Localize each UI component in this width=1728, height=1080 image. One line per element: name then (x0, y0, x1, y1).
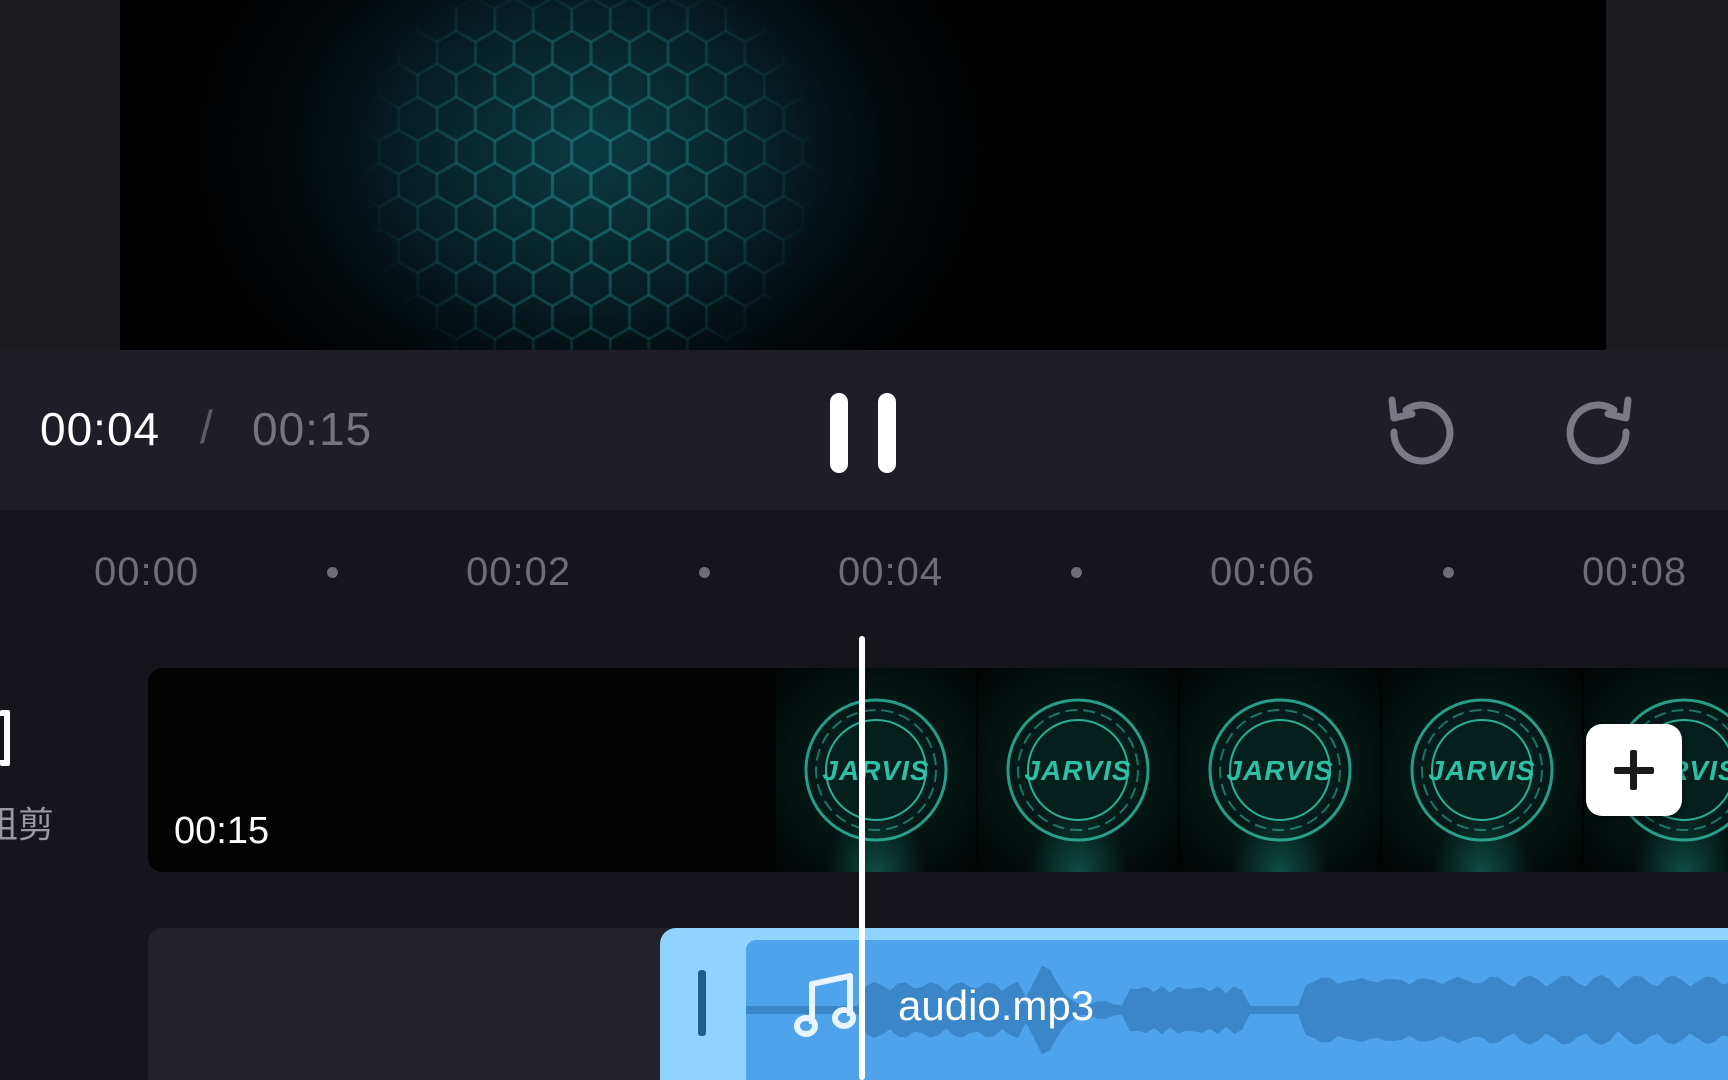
redo-button[interactable] (1560, 388, 1640, 468)
audio-trim-handle[interactable] (698, 970, 706, 1036)
ruler-label: 00:08 (1582, 550, 1688, 594)
video-preview[interactable] (120, 0, 1606, 350)
undo-button[interactable] (1380, 388, 1460, 468)
side-panel-icon[interactable] (0, 710, 10, 766)
video-thumbnail: JARVIS (1180, 668, 1380, 872)
redo-icon (1566, 396, 1632, 465)
total-duration: 00:15 (252, 403, 373, 455)
svg-text:JARVIS: JARVIS (822, 755, 929, 786)
ruler-dot (699, 567, 710, 578)
jarvis-logo: JARVIS (1410, 698, 1554, 842)
pause-button[interactable] (820, 388, 910, 478)
audio-file-name: audio.mp3 (898, 982, 1095, 1029)
time-ruler[interactable]: 00:00 00:02 00:04 00:06 00:08 (0, 510, 1728, 630)
svg-text:JARVIS: JARVIS (1024, 755, 1131, 786)
ruler-label: 00:02 (466, 550, 572, 594)
hex-pattern-background (339, 0, 901, 350)
clip-duration: 00:15 (174, 810, 270, 852)
playhead[interactable] (859, 636, 865, 1080)
jarvis-logo: JARVIS (1208, 698, 1352, 842)
jarvis-logo: JARVIS (1006, 698, 1150, 842)
video-track[interactable]: JARVISJARVISJARVISJARVISJARVIS 00:15 (148, 668, 1728, 872)
audio-waveform (746, 965, 1728, 1055)
jarvis-logo: JARVIS (804, 698, 948, 842)
ruler-label: 00:04 (838, 550, 944, 594)
video-thumbnail: JARVIS (776, 668, 976, 872)
ruler-dot (1443, 567, 1454, 578)
svg-text:JARVIS: JARVIS (1226, 755, 1333, 786)
svg-text:JARVIS: JARVIS (1428, 755, 1535, 786)
preview-area (0, 0, 1728, 350)
music-note-icon (794, 973, 856, 1037)
ruler-dot (1071, 567, 1082, 578)
side-panel-label[interactable]: 粗剪 (0, 796, 54, 848)
video-thumbnail: JARVIS (978, 668, 1178, 872)
undo-icon (1388, 396, 1454, 465)
current-time: 00:04 (40, 403, 161, 455)
audio-waveform-area (746, 940, 1728, 1080)
playback-control-bar: 00:04 / 00:15 (0, 350, 1728, 510)
time-separator: / (200, 401, 213, 453)
video-thumbnail: JARVIS (1382, 668, 1582, 872)
ruler-label: 00:00 (94, 550, 200, 594)
ruler-label: 00:06 (1210, 550, 1316, 594)
add-clip-button[interactable] (1586, 724, 1682, 816)
ruler-dot (327, 567, 338, 578)
